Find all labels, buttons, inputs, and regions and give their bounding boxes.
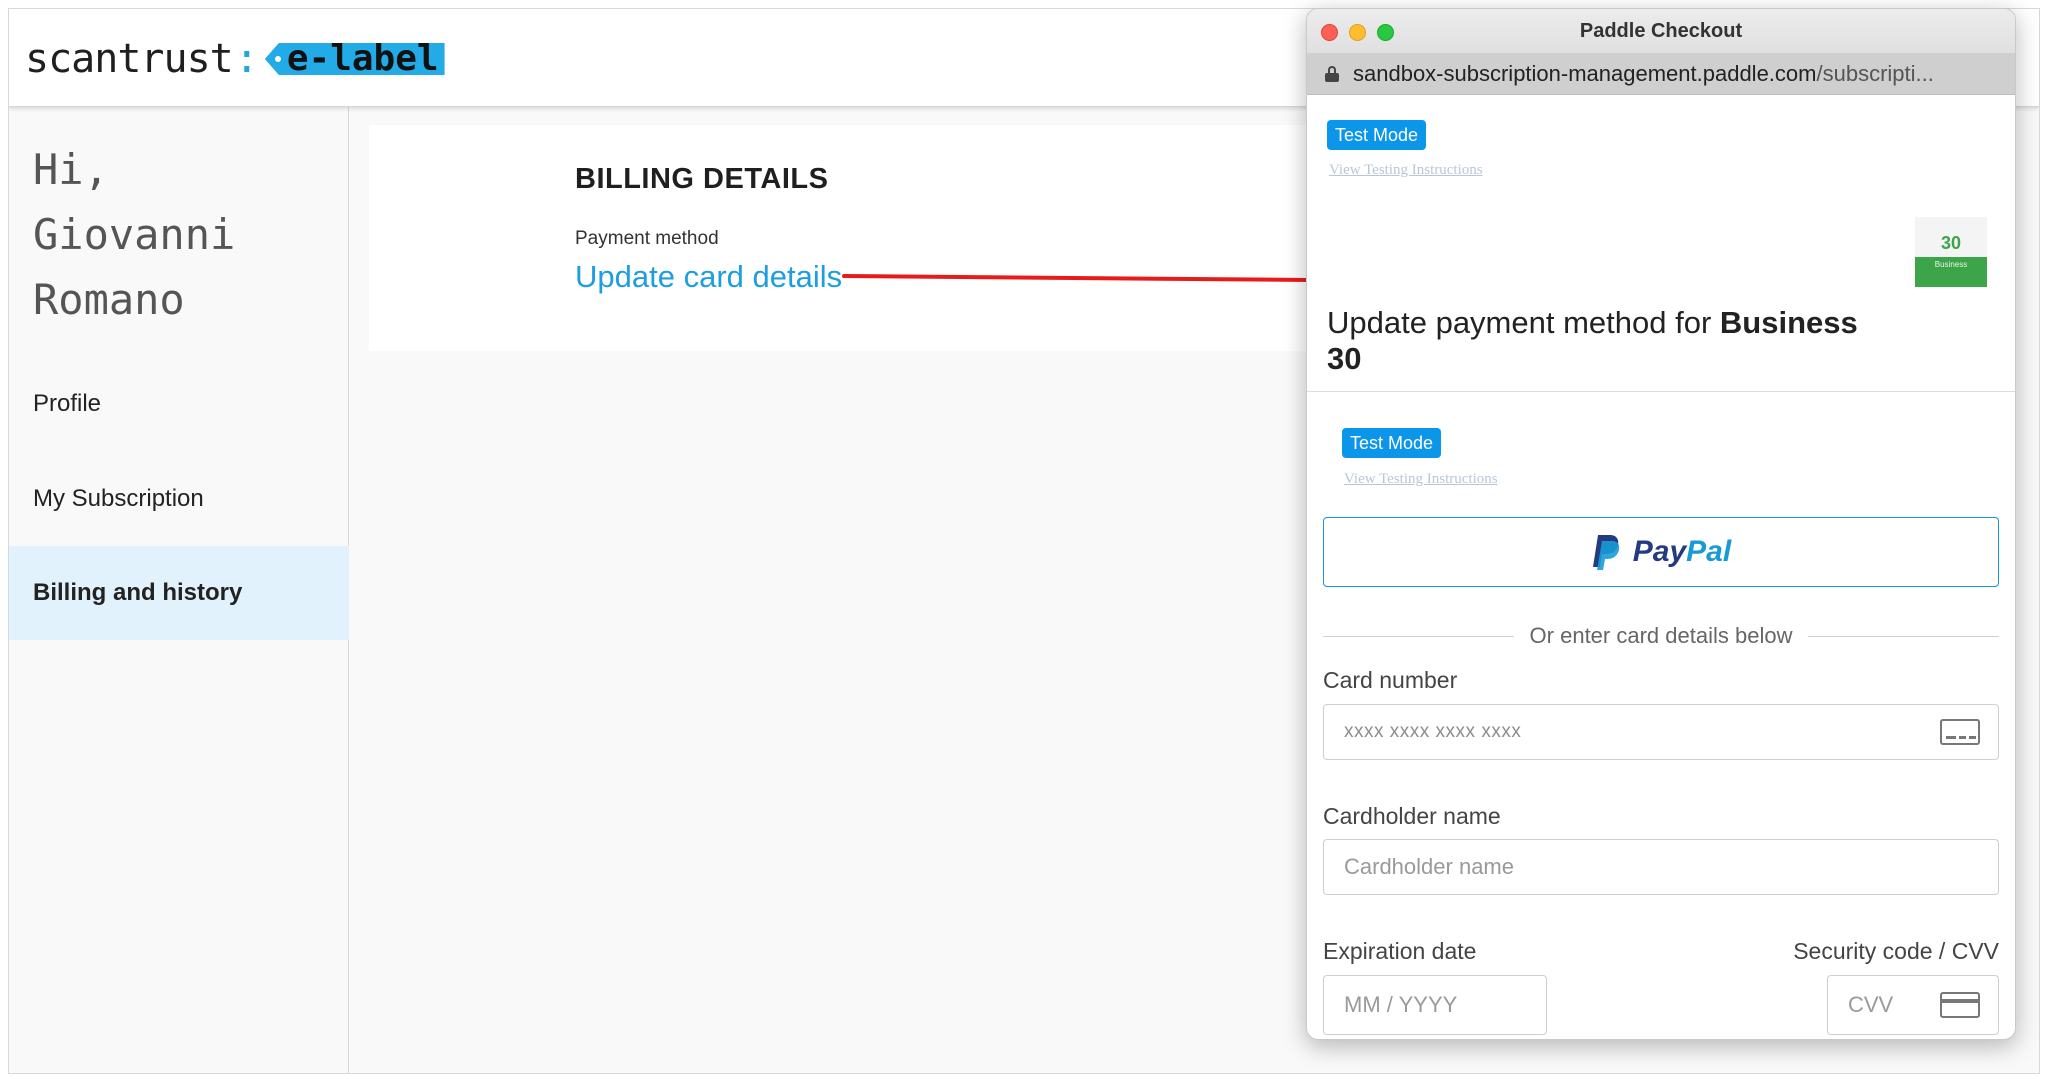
- window-minimize-button[interactable]: [1349, 24, 1366, 41]
- window-close-button[interactable]: [1321, 24, 1338, 41]
- sidebar-item-label: Profile: [33, 390, 102, 417]
- paypal-button[interactable]: PayPal: [1323, 517, 1999, 587]
- sidebar: Hi, Giovanni Romano Profile My Subscript…: [9, 107, 349, 1073]
- or-separator: Or enter card details below: [1323, 621, 1999, 651]
- view-testing-instructions-link[interactable]: View Testing Instructions: [1344, 471, 1498, 488]
- sidebar-item-billing-and-history[interactable]: Billing and history: [9, 546, 349, 640]
- window-title: Paddle Checkout: [1579, 19, 1743, 42]
- credit-card-icon: [1940, 992, 1980, 1018]
- checkout-heading: Update payment method for Business 30: [1327, 305, 1887, 377]
- payment-method-label: Payment method: [575, 228, 719, 249]
- card-number-label: Card number: [1323, 667, 1458, 693]
- logo-tag-icon: e-label: [264, 38, 445, 79]
- update-card-details-link[interactable]: Update card details: [575, 259, 842, 295]
- url-text: sandbox-subscription-management.paddle.c…: [1353, 61, 1934, 87]
- card-number-placeholder: xxxx xxxx xxxx xxxx: [1344, 721, 1522, 742]
- billing-details-card: BILLING DETAILS Payment method Update ca…: [369, 125, 1369, 351]
- logo[interactable]: scantrust : e-label: [25, 35, 445, 83]
- cvv-placeholder: CVV: [1848, 992, 1894, 1017]
- sidebar-item-my-subscription[interactable]: My Subscription: [9, 452, 349, 546]
- logo-colon: :: [234, 36, 259, 82]
- paddle-checkout-window: Paddle Checkout sandbox-subscription-man…: [1306, 8, 2016, 1040]
- sidebar-item-label: My Subscription: [33, 485, 204, 512]
- expiration-date-field[interactable]: MM / YYYY: [1323, 975, 1547, 1035]
- logo-wordmark: scantrust: [25, 36, 234, 82]
- url-bar[interactable]: sandbox-subscription-management.paddle.c…: [1307, 53, 2015, 95]
- test-mode-badge: Test Mode: [1342, 428, 1442, 458]
- lock-icon: [1325, 65, 1339, 82]
- logo-tag-text: e-label: [286, 38, 439, 79]
- thumbnail-label: Business: [1934, 260, 1968, 269]
- thumbnail-number: 30: [1940, 233, 1962, 253]
- security-code-label: Security code / CVV: [1793, 938, 1999, 964]
- url-path: /subscripti...: [1816, 60, 1934, 86]
- credit-card-icon: [1940, 719, 1980, 745]
- card-number-field[interactable]: xxxx xxxx xxxx xxxx: [1323, 704, 1999, 760]
- cardholder-name-placeholder: Cardholder name: [1344, 854, 1514, 879]
- cvv-field[interactable]: CVV: [1827, 975, 1999, 1035]
- expiration-date-label: Expiration date: [1323, 938, 1477, 964]
- url-host: sandbox-subscription-management.paddle.c…: [1353, 60, 1817, 86]
- window-maximize-button[interactable]: [1377, 24, 1394, 41]
- cardholder-name-label: Cardholder name: [1323, 803, 1501, 829]
- or-text: Or enter card details below: [1529, 623, 1793, 648]
- cardholder-name-field[interactable]: Cardholder name: [1323, 839, 1999, 895]
- section-title: BILLING DETAILS: [575, 163, 829, 195]
- paypal-wordmark: PayPal: [1632, 535, 1732, 568]
- user-greeting: Hi, Giovanni Romano: [33, 145, 236, 324]
- product-thumbnail: 30 Business: [1915, 217, 1987, 287]
- expiration-date-placeholder: MM / YYYY: [1344, 992, 1458, 1017]
- sidebar-item-label: Billing and history: [33, 579, 243, 606]
- test-mode-badge: Test Mode: [1327, 120, 1427, 150]
- divider: [1307, 391, 2015, 392]
- paypal-icon: [1592, 535, 1620, 570]
- window-titlebar[interactable]: Paddle Checkout: [1307, 9, 2015, 53]
- view-testing-instructions-link[interactable]: View Testing Instructions: [1329, 162, 1483, 179]
- heading-prefix: Update payment method for: [1327, 305, 1720, 340]
- sidebar-item-profile[interactable]: Profile: [9, 357, 349, 451]
- arrow-annotation: [842, 268, 1338, 292]
